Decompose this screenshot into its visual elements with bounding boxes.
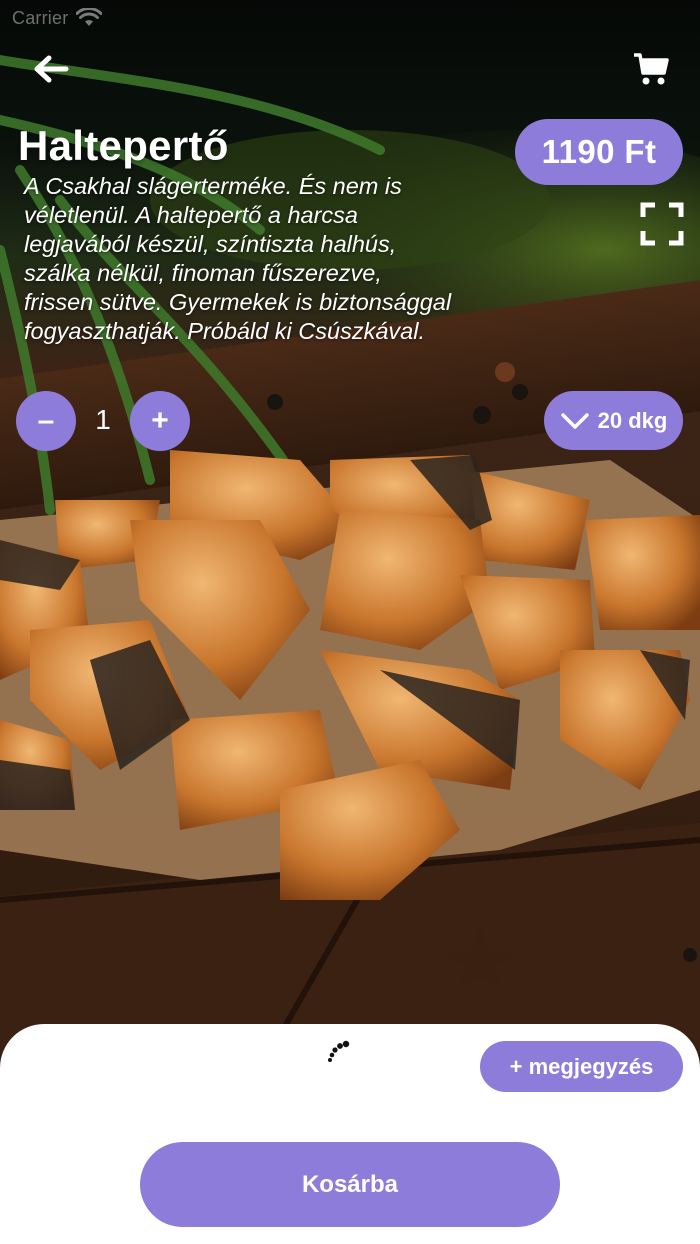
- increase-quantity-button[interactable]: +: [130, 391, 190, 451]
- add-to-basket-label: Kosárba: [301, 1170, 399, 1198]
- plus-label: +: [151, 404, 169, 437]
- arrow-left-icon: [34, 55, 69, 83]
- price-label: 1190 Ft: [541, 133, 657, 170]
- cart-button[interactable]: [628, 46, 674, 92]
- add-to-basket-button[interactable]: Kosárba: [140, 1142, 560, 1227]
- chevron-down-icon: [560, 412, 589, 429]
- wifi-icon: [76, 8, 103, 26]
- status-bar: Carrier: [12, 6, 103, 30]
- fullscreen-button[interactable]: [636, 198, 688, 250]
- minus-label: –: [37, 404, 55, 437]
- unit-select[interactable]: 20 dkg: [544, 391, 683, 450]
- spinner-icon: [328, 1040, 350, 1062]
- product-title: Haltepertő: [18, 122, 229, 169]
- back-button[interactable]: [28, 46, 74, 92]
- add-note-label: + megjegyzés: [509, 1053, 654, 1079]
- carrier-label: Carrier: [12, 7, 69, 28]
- price-badge: 1190 Ft: [515, 119, 683, 185]
- fullscreen-icon: [640, 202, 684, 246]
- cart-icon: [634, 53, 669, 85]
- quantity-value: 1: [95, 404, 111, 435]
- decrease-quantity-button[interactable]: –: [16, 391, 76, 451]
- add-note-button[interactable]: + megjegyzés: [480, 1041, 683, 1092]
- unit-label: 20 dkg: [597, 407, 668, 433]
- product-description: A Csakhal slágerterméke. És nem is vélet…: [24, 173, 452, 344]
